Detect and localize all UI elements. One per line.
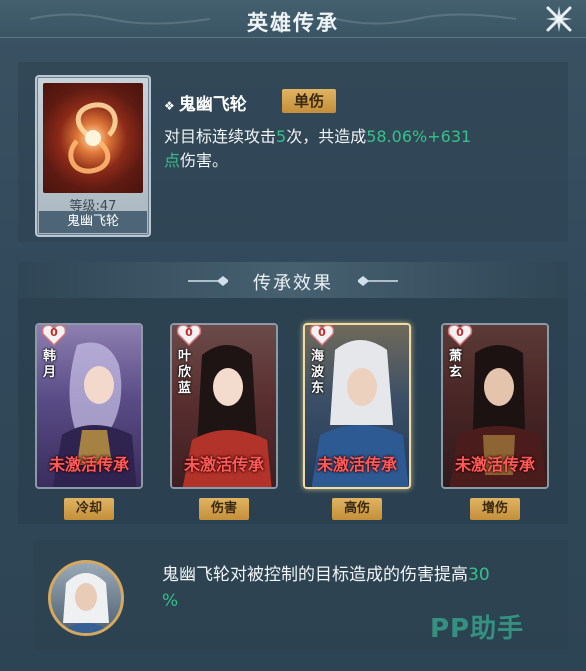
inheritance-header: 传承效果 [18, 262, 568, 298]
heart-icon: 0 [309, 325, 335, 347]
hero-name: 叶欣蓝 [178, 349, 192, 396]
desc-suffix: 伤害。 [180, 151, 229, 170]
heart-count: 0 [318, 326, 326, 339]
title-bar: 英雄传承 [0, 0, 586, 38]
hero-name: 海波东 [311, 349, 325, 396]
heart-count: 0 [185, 326, 193, 339]
hero-name: 萧玄 [449, 349, 463, 380]
skill-name: 鬼幽飞轮 [178, 95, 247, 115]
hero-card-hanyue[interactable]: 0 韩月 未激活传承 [35, 323, 143, 489]
inheritance-title: 传承效果 [253, 273, 333, 294]
heart-icon: 0 [41, 325, 67, 347]
diamond-bullet-icon: ❖ [164, 99, 175, 113]
desc-mid: 次，共造成 [286, 127, 367, 146]
hero-card-xiaoxuan[interactable]: 0 萧玄 未激活传承 [441, 323, 549, 489]
watermark: PP助手 [430, 614, 525, 644]
heart-count: 0 [50, 326, 58, 339]
selected-hero-avatar [48, 560, 124, 636]
hero-card-haibodong[interactable]: 0 海波东 未激活传承 [303, 323, 411, 489]
skill-card[interactable]: 等级:47 鬼幽飞轮 [35, 75, 151, 237]
hero-status: 未激活传承 [183, 455, 264, 474]
bonus-unit: % [162, 591, 179, 611]
heart-icon: 0 [447, 325, 473, 347]
skill-type-badge: 单伤 [282, 89, 336, 113]
bonus-value: 30 [468, 565, 490, 585]
hero-status: 未激活传承 [48, 455, 129, 474]
heart-icon: 0 [176, 325, 202, 347]
skill-swirl-icon [43, 83, 143, 193]
hero-status: 未激活传承 [316, 455, 397, 474]
skill-description: 对目标连续攻击5次，共造成58.06%+631 点伤害。 [164, 125, 544, 173]
hero-tag: 冷却 [64, 498, 114, 520]
bonus-description: 鬼幽飞轮对被控制的目标造成的伤害提高30% [162, 562, 562, 614]
hero-tag: 增伤 [470, 498, 520, 520]
hero-tag: 高伤 [332, 498, 382, 520]
header-ornament-right [336, 13, 516, 25]
desc-value: 58.06%+631 [366, 127, 472, 146]
close-icon[interactable] [544, 4, 574, 34]
skill-title: ❖ 鬼幽飞轮 [164, 90, 247, 115]
bonus-text: 鬼幽飞轮对被控制的目标造成的伤害提高 [162, 565, 468, 585]
desc-value-unit: 点 [164, 151, 181, 170]
hero-status: 未激活传承 [454, 455, 535, 474]
desc-hits: 5 [276, 127, 287, 146]
hero-name: 韩月 [43, 349, 57, 380]
desc-prefix: 对目标连续攻击 [164, 127, 277, 146]
header-right-ornament-icon [358, 276, 398, 286]
hero-tag: 伤害 [199, 498, 249, 520]
heart-count: 0 [456, 326, 464, 339]
skill-card-name: 鬼幽飞轮 [39, 211, 147, 233]
hero-card-yexinlan[interactable]: 0 叶欣蓝 未激活传承 [170, 323, 278, 489]
